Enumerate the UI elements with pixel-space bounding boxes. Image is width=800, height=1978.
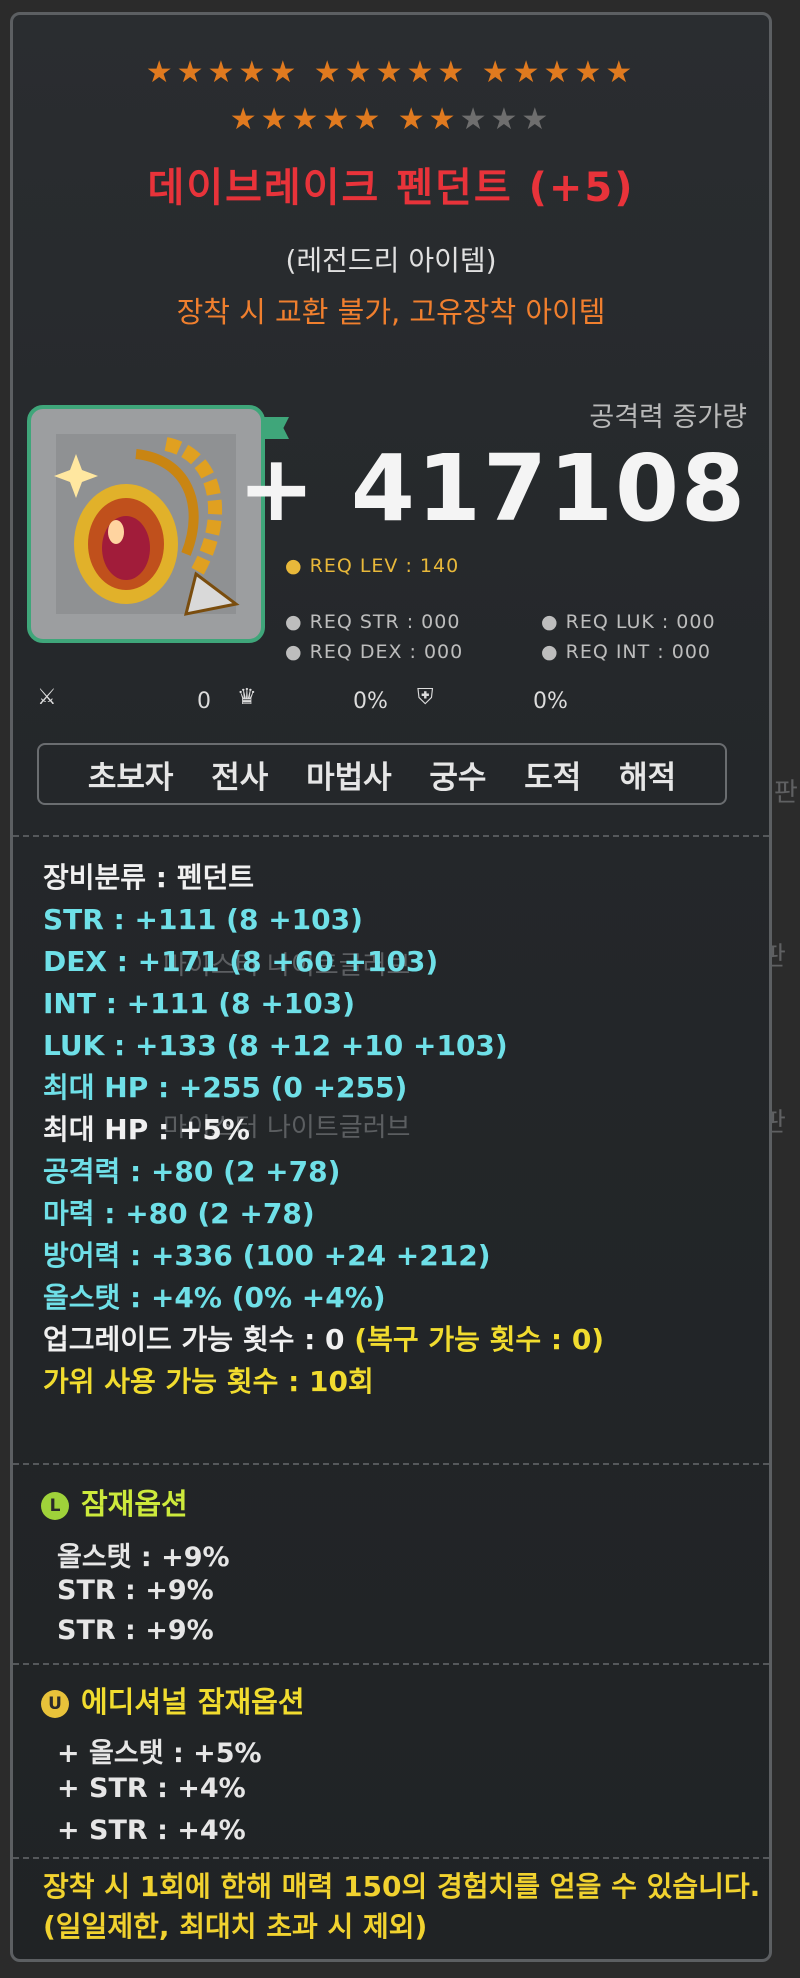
star-force-filled: ★★★★★ ★★ <box>229 102 460 137</box>
restore-count: (복구 가능 횟수 : 0) <box>354 1323 605 1356</box>
stat-int: INT : +111 (8 +103) <box>43 987 356 1020</box>
item-title: 데이브레이크 펜던트 (+5) <box>147 165 635 211</box>
section-divider <box>13 1857 769 1859</box>
job-archer: 궁수 <box>429 759 487 796</box>
req-str-text: REQ STR : 000 <box>309 611 461 633</box>
req-int-text: REQ INT : 000 <box>565 641 711 663</box>
star-force-row-2: ★★★★★ ★★★★★ <box>13 102 769 137</box>
job-list: 초보자 전사 마법사 궁수 도적 해적 <box>37 743 727 805</box>
potential-line-1: 올스탯 : +9% <box>57 1542 230 1573</box>
star-force-row-1: ★★★★★ ★★★★★ ★★★★★ <box>145 55 637 90</box>
extra-value-2: 0% <box>353 689 388 714</box>
potential-header: L 잠재옵션 <box>41 1481 188 1523</box>
stat-magic-attack: 마력 : +80 (2 +78) <box>43 1197 315 1230</box>
extra-value-1: 0 <box>197 689 211 714</box>
attack-increase-value: + 417108 <box>237 435 747 542</box>
job-thief: 도적 <box>524 759 582 796</box>
job-magician: 마법사 <box>306 759 392 796</box>
attack-increase-label: 공격력 증가량 <box>589 402 747 433</box>
item-tooltip: 마이스터 나이트글러브 마이스터 나이트글러브 ★★★★★ ★★★★★ ★★★★… <box>10 12 772 1962</box>
crown-icon: ♛ <box>237 685 257 710</box>
item-trade-note: 장착 시 교환 불가, 고유장착 아이템 <box>176 295 606 329</box>
item-rarity: (레전드리 아이템) <box>285 244 497 277</box>
req-level-text: REQ LEV : 140 <box>309 555 460 577</box>
item-icon-frame <box>27 405 265 643</box>
req-luk: ● REQ LUK : 000 <box>541 611 716 633</box>
section-divider <box>13 1463 769 1465</box>
stat-luk: LUK : +133 (8 +12 +10 +103) <box>43 1029 508 1062</box>
stat-scissors: 가위 사용 가능 횟수 : 10회 <box>43 1365 374 1398</box>
req-level: ● REQ LEV : 140 <box>285 555 460 577</box>
req-str: ● REQ STR : 000 <box>285 611 461 633</box>
stat-dex: DEX : +171 (8 +60 +103) <box>43 945 439 978</box>
upgrade-count: 업그레이드 가능 횟수 : 0 <box>43 1323 345 1356</box>
req-dex-text: REQ DEX : 000 <box>309 641 464 663</box>
req-int: ● REQ INT : 000 <box>541 641 711 663</box>
stat-upgrades: 업그레이드 가능 횟수 : 0 (복구 가능 횟수 : 0) <box>43 1319 763 1361</box>
item-extra-icons-row: ⚔ 0 ♛ 0% ⛨ 0% <box>37 685 737 725</box>
sword-icon: ⚔ <box>37 685 57 710</box>
additional-line-3: + STR : +4% <box>57 1815 246 1846</box>
shield-icon: ⛨ <box>417 685 434 710</box>
stat-str: STR : +111 (8 +103) <box>43 903 363 936</box>
potential-line-3: STR : +9% <box>57 1615 214 1646</box>
stat-attack: 공격력 : +80 (2 +78) <box>43 1155 341 1188</box>
star-force-empty: ★★★ <box>459 102 553 137</box>
stat-category: 장비분류 : 펜던트 <box>43 861 255 894</box>
section-divider <box>13 835 769 837</box>
additional-line-2: + STR : +4% <box>57 1773 246 1804</box>
stat-defense: 방어력 : +336 (100 +24 +212) <box>43 1239 491 1272</box>
legendary-badge-icon: L <box>41 1492 69 1520</box>
job-pirate: 해적 <box>619 759 677 796</box>
job-warrior: 전사 <box>211 759 269 796</box>
equip-notice: 장착 시 1회에 한해 매력 150의 경험치를 얻을 수 있습니다.(일일제한… <box>43 1870 761 1943</box>
req-dex: ● REQ DEX : 000 <box>285 641 464 663</box>
stat-max-hp: 최대 HP : +255 (0 +255) <box>43 1071 408 1104</box>
req-luk-text: REQ LUK : 000 <box>565 611 716 633</box>
section-divider <box>13 1663 769 1665</box>
stat-max-hp-percent: 최대 HP : +5% <box>43 1113 250 1146</box>
pendant-icon <box>54 434 240 616</box>
job-beginner: 초보자 <box>87 759 174 796</box>
potential-line-2: STR : +9% <box>57 1575 214 1606</box>
additional-line-1: + 올스탯 : +5% <box>57 1738 262 1769</box>
additional-potential-header: U 에디셔널 잠재옵션 <box>41 1679 305 1721</box>
potential-title: 잠재옵션 <box>81 1487 188 1521</box>
stat-list: 장비분류 : 펜던트 STR : +111 (8 +103) DEX : +17… <box>43 857 763 1403</box>
extra-value-3: 0% <box>533 689 568 714</box>
additional-potential-title: 에디셔널 잠재옵션 <box>81 1685 305 1719</box>
unique-badge-icon: U <box>41 1690 69 1718</box>
stat-all-stat: 올스탯 : +4% (0% +4%) <box>43 1281 386 1314</box>
